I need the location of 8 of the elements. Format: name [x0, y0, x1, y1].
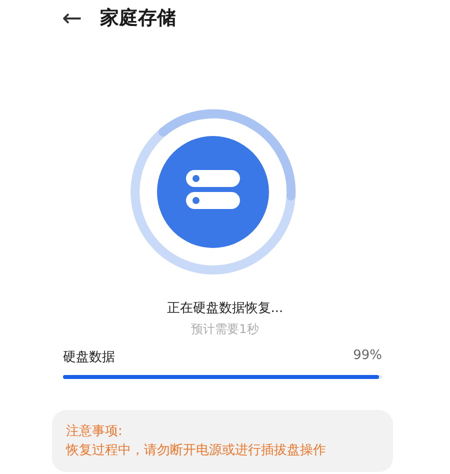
back-button[interactable]: ←: [62, 6, 82, 30]
notice-title: 注意事项:: [66, 423, 124, 441]
page-title: 家庭存储: [100, 6, 176, 31]
status-message: 正在硬盘数据恢复...: [166, 300, 284, 317]
progress-label: 硬盘数据: [63, 349, 115, 366]
notice-text: 恢复过程中，请勿断开电源或进行插拔盘操作: [66, 442, 327, 460]
estimate-text: 预计需要1秒: [190, 321, 260, 338]
progress-percent: 99%: [353, 348, 382, 365]
